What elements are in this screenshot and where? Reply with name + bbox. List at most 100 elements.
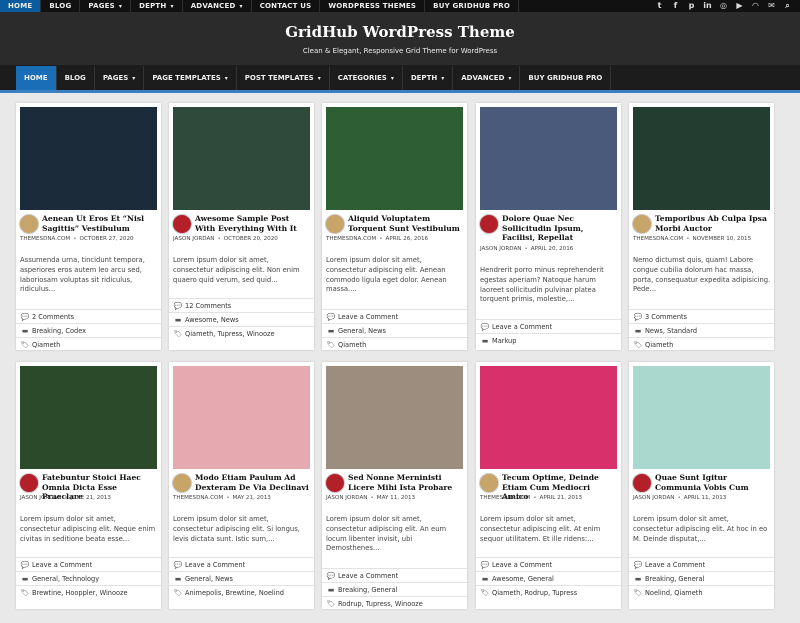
facebook-icon[interactable]: f xyxy=(671,0,680,12)
post-author[interactable]: THEMESDNA.COM xyxy=(480,495,530,501)
post-comments[interactable]: 💬 Leave a Comment xyxy=(476,319,621,333)
post-comments[interactable]: 💬 3 Comments xyxy=(629,309,774,323)
post-categories-text[interactable]: General, Technology xyxy=(32,575,99,583)
post-thumbnail[interactable] xyxy=(173,366,310,469)
post-categories-text[interactable]: Breaking, General xyxy=(645,575,704,583)
post-tags-text[interactable]: Brewtine, Hooppler, Winooze xyxy=(32,589,128,597)
post-comments-text[interactable]: 12 Comments xyxy=(185,302,231,310)
site-title[interactable]: GridHub WordPress Theme xyxy=(0,23,800,41)
post-thumbnail[interactable] xyxy=(480,366,617,469)
post-author[interactable]: JASON JORDAN xyxy=(633,495,674,501)
youtube-icon[interactable]: ▶ xyxy=(735,0,744,12)
post-thumbnail[interactable] xyxy=(20,366,157,469)
top-nav-home[interactable]: HOME xyxy=(0,0,42,12)
post-tags-text[interactable]: Noelind, Qiameth xyxy=(645,589,703,597)
post-comments[interactable]: 💬 2 Comments xyxy=(16,309,161,323)
post-categories[interactable]: ▬ Breaking, General xyxy=(629,571,774,585)
post-thumbnail[interactable] xyxy=(173,107,310,210)
post-comments[interactable]: 💬 12 Comments xyxy=(169,298,314,312)
post-categories-text[interactable]: General, News xyxy=(185,575,233,583)
post-author[interactable]: JASON JORDAN xyxy=(20,495,61,501)
post-categories-text[interactable]: Breaking, Codex xyxy=(32,327,86,335)
post-categories[interactable]: ▬ General, News xyxy=(322,323,467,337)
post-author[interactable]: JASON JORDAN xyxy=(480,246,521,252)
post-comments[interactable]: 💬 Leave a Comment xyxy=(169,557,314,571)
top-nav-depth[interactable]: DEPTH ▾ xyxy=(131,0,183,12)
post-tags-text[interactable]: Qiameth, Tupress, Winooze xyxy=(185,330,275,338)
post-categories[interactable]: ▬ Awesome, General xyxy=(476,571,621,585)
post-tags-text[interactable]: Animepolis, Brewtine, Noelind xyxy=(185,589,284,597)
post-categories[interactable]: ▬ General, News xyxy=(169,571,314,585)
post-comments-text[interactable]: Leave a Comment xyxy=(338,572,398,580)
rss-icon[interactable]: ◠ xyxy=(751,0,760,12)
main-nav-pages[interactable]: PAGES ▾ xyxy=(95,66,145,90)
post-title[interactable]: Modo Etiam Paulum Ad Dexteram De Via Dec… xyxy=(195,473,311,492)
post-tags[interactable]: 🏷 Noelind, Qiameth xyxy=(629,585,774,599)
post-author[interactable]: THEMESDNA.COM xyxy=(20,236,70,242)
top-nav-contact[interactable]: CONTACT US xyxy=(252,0,321,12)
main-nav-page-templates[interactable]: PAGE TEMPLATES ▾ xyxy=(144,66,237,90)
post-comments[interactable]: 💬 Leave a Comment xyxy=(629,557,774,571)
post-comments-text[interactable]: Leave a Comment xyxy=(32,561,92,569)
main-nav-categories[interactable]: CATEGORIES ▾ xyxy=(330,66,403,90)
post-categories[interactable]: ▬ Markup xyxy=(476,333,621,347)
post-categories-text[interactable]: Markup xyxy=(492,337,516,345)
post-title[interactable]: Aenean Ut Eros Et “Nisl Sagittis” Vestib… xyxy=(42,214,158,233)
post-author[interactable]: THEMESDNA.COM xyxy=(633,236,683,242)
post-categories-text[interactable]: Breaking, General xyxy=(338,586,397,594)
post-comments[interactable]: 💬 Leave a Comment xyxy=(322,309,467,323)
post-categories-text[interactable]: News, Standard xyxy=(645,327,697,335)
post-tags[interactable]: 🏷 Brewtine, Hooppler, Winooze xyxy=(16,585,161,599)
post-comments-text[interactable]: Leave a Comment xyxy=(185,561,245,569)
post-thumbnail[interactable] xyxy=(326,366,463,469)
author-avatar[interactable] xyxy=(325,214,345,234)
post-tags[interactable]: 🏷 Qiameth xyxy=(629,337,774,351)
post-tags[interactable]: 🏷 Qiameth xyxy=(16,337,161,351)
post-tags-text[interactable]: Qiameth, Rodrup, Tupress xyxy=(492,589,577,597)
post-tags[interactable]: 🏷 Rodrup, Tupress, Winooze xyxy=(322,596,467,610)
email-icon[interactable]: ✉ xyxy=(767,0,776,12)
top-nav-blog[interactable]: BLOG xyxy=(41,0,81,12)
post-categories[interactable]: ▬ Breaking, Codex xyxy=(16,323,161,337)
post-categories-text[interactable]: General, News xyxy=(338,327,386,335)
post-author[interactable]: JASON JORDAN xyxy=(173,236,214,242)
post-comments-text[interactable]: 2 Comments xyxy=(32,313,74,321)
linkedin-icon[interactable]: in xyxy=(703,0,712,12)
post-title[interactable]: Awesome Sample Post With Everything With… xyxy=(195,214,311,233)
top-nav-buy-pro[interactable]: BUY GRIDHUB PRO xyxy=(425,0,520,12)
post-title[interactable]: Sed Nonne Merninisti Licere Mihi Ista Pr… xyxy=(348,473,464,492)
post-comments-text[interactable]: Leave a Comment xyxy=(492,561,552,569)
main-nav-advanced[interactable]: ADVANCED ▾ xyxy=(453,66,521,90)
author-avatar[interactable] xyxy=(172,473,192,493)
post-categories[interactable]: ▬ Breaking, General xyxy=(322,582,467,596)
main-nav-blog[interactable]: BLOG xyxy=(57,66,95,90)
main-nav-post-templates[interactable]: POST TEMPLATES ▾ xyxy=(237,66,330,90)
post-tags-text[interactable]: Qiameth xyxy=(645,341,673,349)
author-avatar[interactable] xyxy=(632,473,652,493)
post-categories[interactable]: ▬ General, Technology xyxy=(16,571,161,585)
pinterest-icon[interactable]: p xyxy=(687,0,696,12)
post-tags[interactable]: 🏷 Qiameth, Rodrup, Tupress xyxy=(476,585,621,599)
top-nav-pages[interactable]: PAGES ▾ xyxy=(80,0,132,12)
post-comments-text[interactable]: Leave a Comment xyxy=(492,323,552,331)
main-nav-depth[interactable]: DEPTH ▾ xyxy=(403,66,454,90)
post-comments[interactable]: 💬 Leave a Comment xyxy=(16,557,161,571)
post-author[interactable]: THEMESDNA.COM xyxy=(173,495,223,501)
author-avatar[interactable] xyxy=(479,473,499,493)
post-comments-text[interactable]: 3 Comments xyxy=(645,313,687,321)
post-thumbnail[interactable] xyxy=(20,107,157,210)
post-tags-text[interactable]: Qiameth xyxy=(338,341,366,349)
post-categories[interactable]: ▬ News, Standard xyxy=(629,323,774,337)
post-title[interactable]: Quae Sunt Igitur Communia Vobis Cum xyxy=(655,473,771,492)
post-comments[interactable]: 💬 Leave a Comment xyxy=(476,557,621,571)
author-avatar[interactable] xyxy=(172,214,192,234)
main-nav-buy-pro[interactable]: BUY GRIDHUB PRO xyxy=(520,66,612,90)
post-title[interactable]: Dolore Quae Nec Sollicitudin Ipsum, Faci… xyxy=(502,214,618,243)
post-categories-text[interactable]: Awesome, General xyxy=(492,575,554,583)
post-title[interactable]: Aliquid Voluptatem Torquent Sunt Vestibu… xyxy=(348,214,464,233)
search-icon[interactable]: ⌕ xyxy=(783,0,792,12)
author-avatar[interactable] xyxy=(632,214,652,234)
post-author[interactable]: THEMESDNA.COM xyxy=(326,236,376,242)
post-tags[interactable]: 🏷 Qiameth xyxy=(322,337,467,351)
post-tags-text[interactable]: Rodrup, Tupress, Winooze xyxy=(338,600,423,608)
